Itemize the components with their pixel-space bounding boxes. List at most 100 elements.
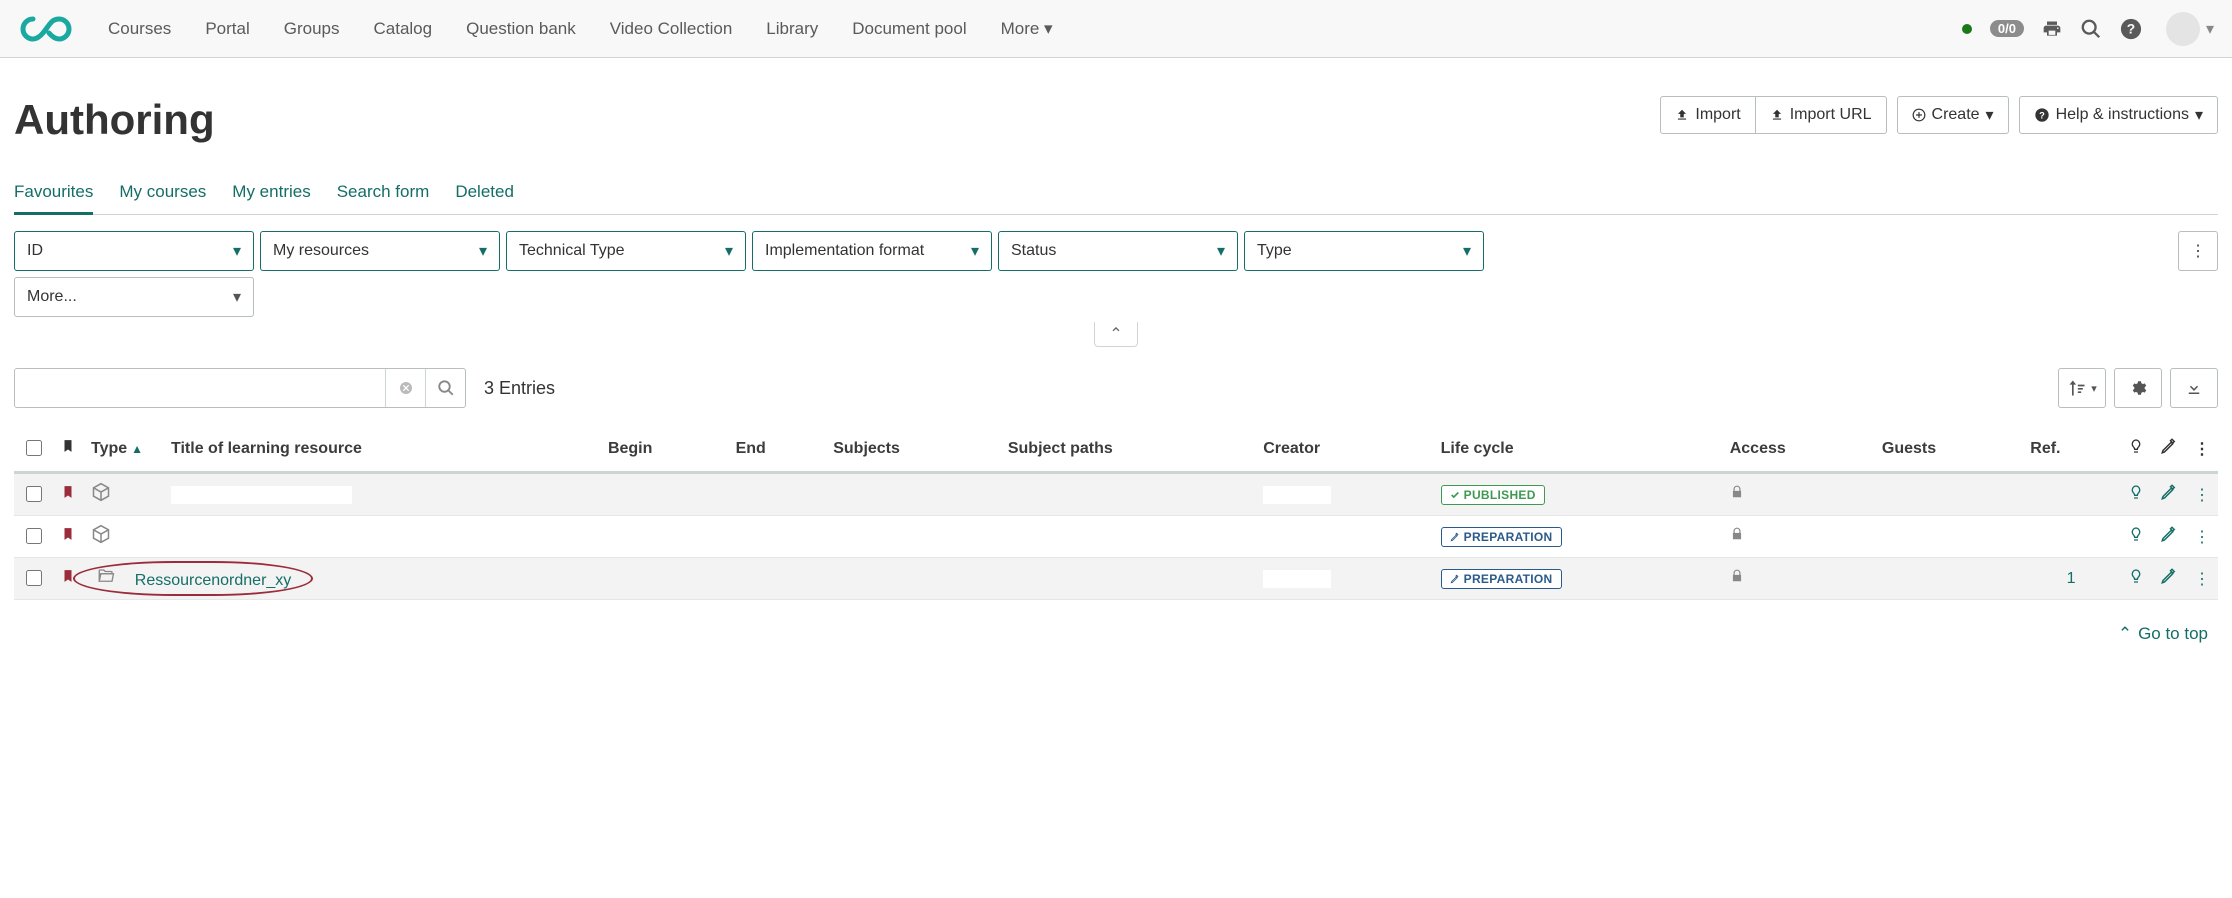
caret-down-icon: ▾	[1039, 19, 1052, 38]
search-button[interactable]	[425, 369, 465, 407]
table-row: ████████████████ ██████ PREPARATION ⋮	[14, 516, 2218, 558]
help-icon[interactable]: ?	[2120, 18, 2142, 40]
column-begin[interactable]: Begin	[600, 426, 728, 473]
gear-icon	[2129, 379, 2147, 397]
create-button[interactable]: Create ▾	[1897, 96, 2009, 134]
bookmark-icon[interactable]	[61, 487, 75, 504]
column-type[interactable]: Type▲	[83, 426, 163, 473]
column-ref[interactable]: Ref.	[2022, 426, 2120, 473]
nav-links: Courses Portal Groups Catalog Question b…	[108, 19, 1962, 39]
caret-down-icon: ▾	[2091, 382, 2097, 395]
table-row: ████████████████ ██████ PUBLISHED ⋮	[14, 473, 2218, 516]
tab-search-form[interactable]: Search form	[337, 172, 430, 215]
nav-right: 0/0 ? ▾	[1962, 12, 2214, 46]
info-button[interactable]	[2128, 531, 2144, 548]
clear-search-button[interactable]	[385, 369, 425, 407]
cube-icon	[91, 489, 111, 506]
import-url-button[interactable]: Import URL	[1756, 96, 1887, 134]
row-actions-button[interactable]: ⋮	[2194, 571, 2210, 588]
print-icon[interactable]	[2042, 19, 2062, 39]
select-all-checkbox[interactable]	[26, 440, 42, 456]
search-icon	[437, 379, 455, 397]
row-actions-button[interactable]: ⋮	[2194, 487, 2210, 504]
column-creator[interactable]: Creator	[1255, 426, 1432, 473]
tabs: Favourites My courses My entries Search …	[14, 172, 2218, 215]
settings-button[interactable]	[2114, 368, 2162, 408]
row-checkbox[interactable]	[26, 528, 42, 544]
sort-button[interactable]: ▾	[2058, 368, 2106, 408]
nav-item-courses[interactable]: Courses	[108, 19, 171, 39]
row-actions-button[interactable]: ⋮	[2194, 529, 2210, 546]
filter-my-resources[interactable]: My resources▾	[260, 231, 500, 271]
help-instructions-button[interactable]: ? Help & instructions ▾	[2019, 96, 2218, 134]
tab-my-courses[interactable]: My courses	[119, 172, 206, 215]
bookmark-icon[interactable]	[61, 571, 75, 588]
row-checkbox[interactable]	[26, 570, 42, 586]
sessions-badge[interactable]: 0/0	[1990, 20, 2024, 37]
nav-item-catalog[interactable]: Catalog	[373, 19, 432, 39]
column-end[interactable]: End	[728, 426, 826, 473]
nav-item-video-collection[interactable]: Video Collection	[610, 19, 733, 39]
resource-title-link[interactable]: Ressourcenordner_xy	[135, 572, 292, 589]
search-input[interactable]	[15, 369, 385, 407]
nav-item-groups[interactable]: Groups	[284, 19, 340, 39]
column-guests[interactable]: Guests	[1874, 426, 2022, 473]
download-button[interactable]	[2170, 368, 2218, 408]
nav-item-more[interactable]: More ▾	[1001, 19, 1053, 39]
filter-id[interactable]: ID▾	[14, 231, 254, 271]
row-checkbox[interactable]	[26, 486, 42, 502]
bookmark-icon[interactable]	[61, 529, 75, 546]
tab-favourites[interactable]: Favourites	[14, 172, 93, 215]
column-title[interactable]: Title of learning resource	[163, 426, 600, 473]
svg-text:?: ?	[2039, 110, 2045, 120]
kebab-icon: ⋮	[2194, 441, 2210, 458]
go-to-top-link[interactable]: ⌃ Go to top	[2118, 624, 2208, 644]
filter-kebab-button[interactable]: ⋮	[2178, 231, 2218, 271]
caret-down-icon: ▾	[725, 241, 733, 261]
download-icon	[2185, 379, 2203, 397]
nav-item-document-pool[interactable]: Document pool	[852, 19, 966, 39]
column-access[interactable]: Access	[1722, 426, 1874, 473]
column-subject-paths[interactable]: Subject paths	[1000, 426, 1255, 473]
user-menu[interactable]: ▾	[2160, 12, 2214, 46]
infinity-icon	[18, 14, 80, 44]
edit-button[interactable]	[2160, 572, 2178, 589]
ref-count	[2022, 516, 2120, 558]
nav-item-portal[interactable]: Portal	[205, 19, 249, 39]
column-actions: ⋮	[2186, 426, 2218, 473]
kebab-icon: ⋮	[2190, 241, 2206, 261]
filter-status[interactable]: Status▾	[998, 231, 1238, 271]
logo[interactable]	[18, 14, 80, 44]
filter-type[interactable]: Type▾	[1244, 231, 1484, 271]
chevron-up-icon: ⌃	[2118, 624, 2132, 644]
filter-implementation-format[interactable]: Implementation format▾	[752, 231, 992, 271]
upload-icon	[1770, 108, 1784, 122]
caret-down-icon: ▾	[971, 241, 979, 261]
search-icon[interactable]	[2080, 18, 2102, 40]
edit-button[interactable]	[2160, 488, 2178, 505]
column-subjects[interactable]: Subjects	[825, 426, 1000, 473]
edit-button[interactable]	[2160, 530, 2178, 547]
column-lifecycle[interactable]: Life cycle	[1433, 426, 1722, 473]
caret-down-icon: ▾	[1217, 241, 1225, 261]
cube-icon	[91, 531, 111, 548]
collapse-filters-button[interactable]: ⌃	[1094, 322, 1137, 347]
help-circle-icon: ?	[2034, 107, 2050, 123]
nav-item-question-bank[interactable]: Question bank	[466, 19, 576, 39]
tab-my-entries[interactable]: My entries	[232, 172, 310, 215]
tab-deleted[interactable]: Deleted	[455, 172, 514, 215]
nav-item-library[interactable]: Library	[766, 19, 818, 39]
bulb-icon	[2128, 436, 2144, 456]
caret-down-icon: ▾	[233, 287, 241, 307]
column-info	[2120, 426, 2152, 473]
clear-icon	[398, 380, 414, 396]
plus-circle-icon	[1912, 108, 1926, 122]
lock-icon	[1730, 529, 1744, 546]
import-button[interactable]: Import	[1660, 96, 1755, 134]
upload-icon	[1675, 108, 1689, 122]
filter-more[interactable]: More...▾	[14, 277, 254, 317]
info-button[interactable]	[2128, 573, 2144, 590]
info-button[interactable]	[2128, 489, 2144, 506]
filter-technical-type[interactable]: Technical Type▾	[506, 231, 746, 271]
table-toolbar: 3 Entries ▾	[14, 368, 2218, 408]
